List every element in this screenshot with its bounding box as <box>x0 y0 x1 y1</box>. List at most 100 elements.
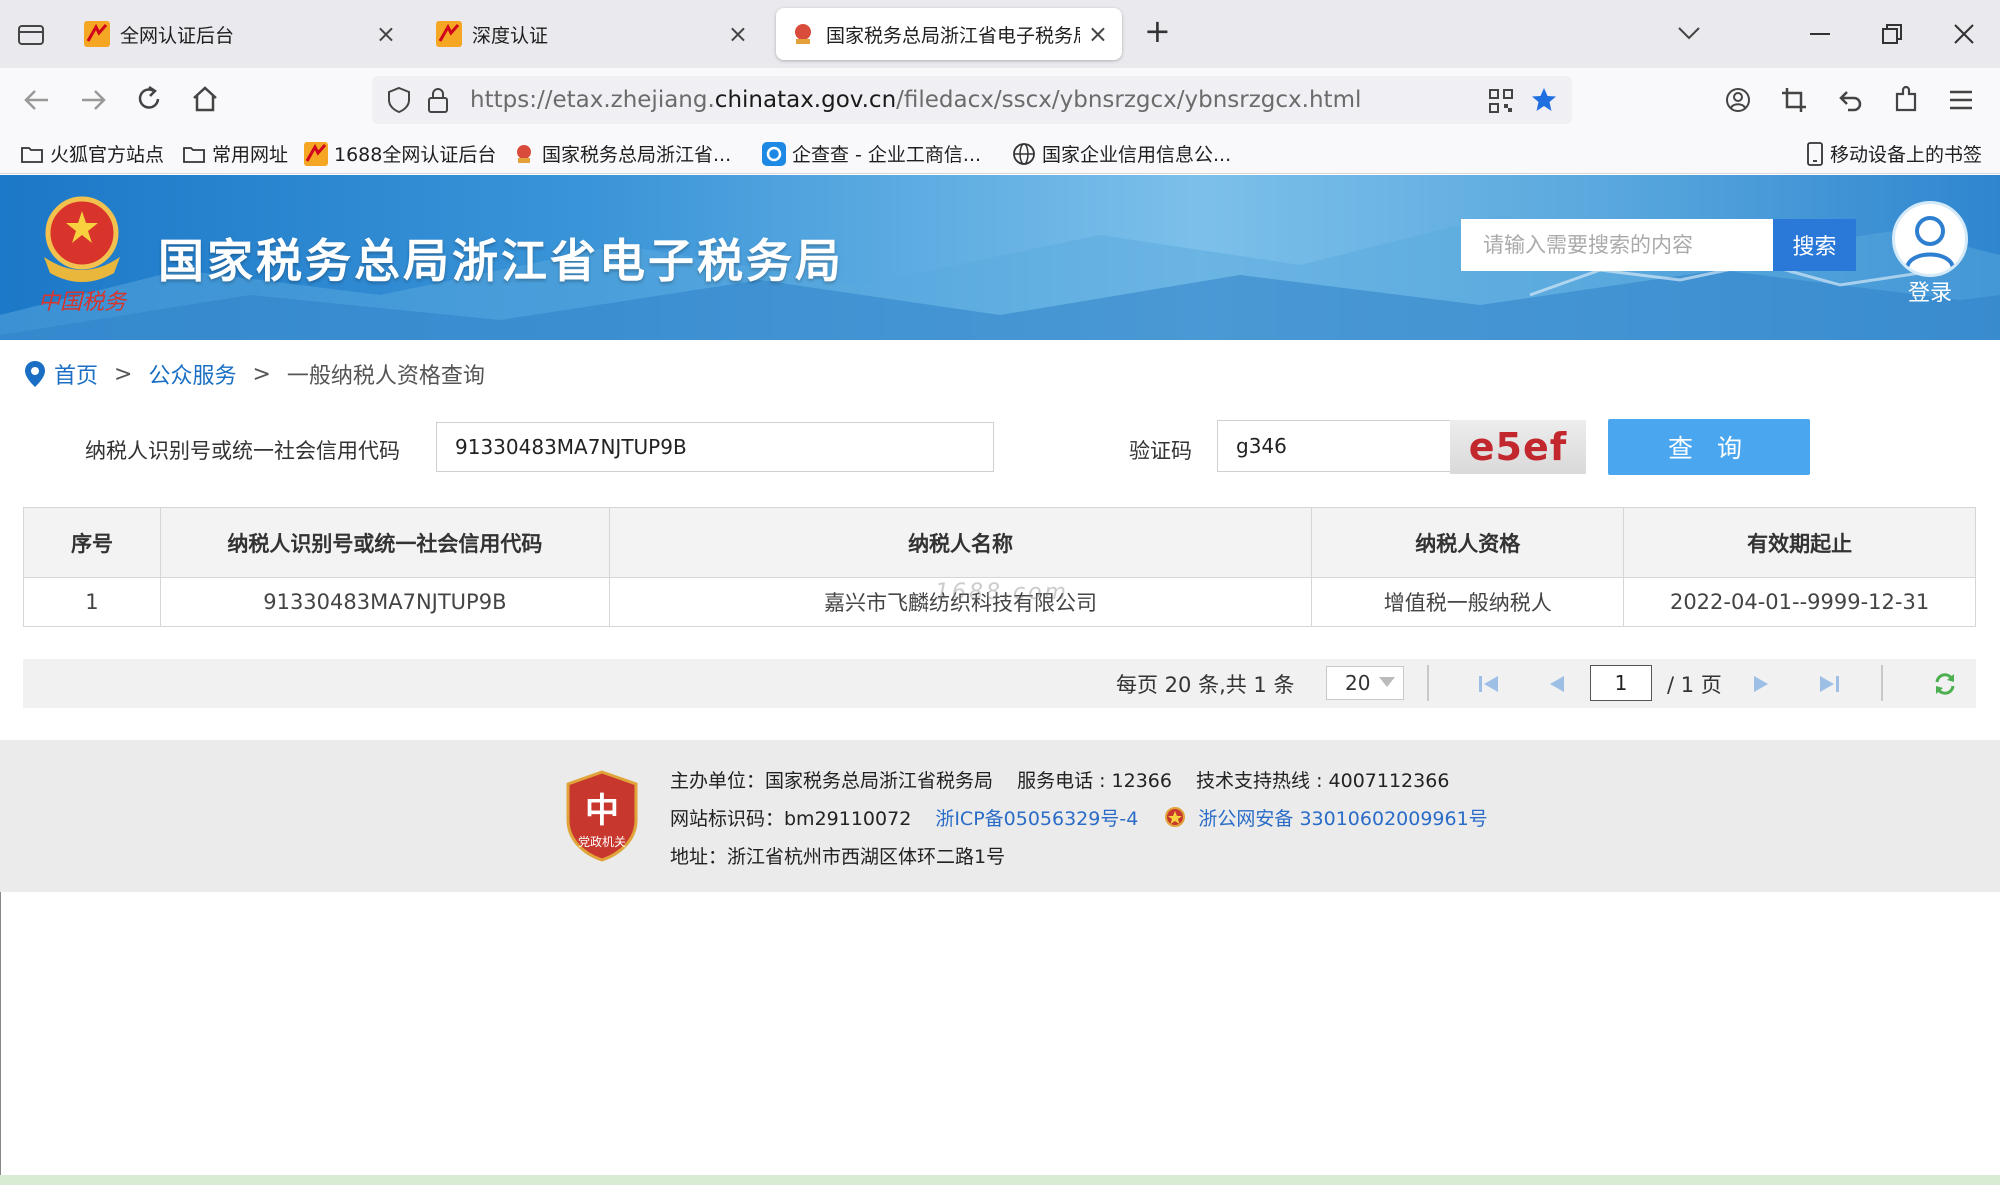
header-taxpayer-id: 纳税人识别号或统一社会信用代码 <box>159 507 610 578</box>
bookmark-label: 国家企业信用信息公... <box>1042 144 1232 166</box>
site-header-banner: 中国税务 国家税务总局浙江省电子税务局 搜索 登录 <box>0 175 2000 340</box>
cell-taxpayer-id: 91330483MA7NJTUP9B <box>159 577 610 627</box>
cell-qualification: 增值税一般纳税人 <box>1311 577 1625 627</box>
previous-page-icon[interactable] <box>1541 668 1573 700</box>
screenshot-crop-icon[interactable] <box>1780 86 1808 114</box>
back-arrow-icon[interactable] <box>22 86 52 114</box>
pagination-divider <box>1881 665 1883 701</box>
forward-arrow-icon[interactable] <box>78 86 108 114</box>
query-button[interactable]: 查 询 <box>1608 419 1810 475</box>
close-window-icon[interactable] <box>1952 22 1976 46</box>
url-prefix: https://etax.zhejiang. <box>470 87 715 113</box>
reload-icon[interactable] <box>134 84 164 114</box>
bookmark-tax-bureau[interactable]: 国家税务总局浙江省... <box>512 140 731 167</box>
tab-close-icon[interactable]: × <box>376 20 396 48</box>
cell-validity: 2022-04-01--9999-12-31 <box>1623 577 1976 627</box>
footer-line-2: 网站标识码：bm29110072 浙ICP备05056329号-4 浙公网安备 … <box>670 804 1488 831</box>
tab-overview-icon[interactable] <box>16 20 46 48</box>
footer-icp-link[interactable]: 浙ICP备05056329号-4 <box>935 808 1138 830</box>
site-search-input[interactable] <box>1461 219 1773 271</box>
browser-nav-bar: https://etax.zhejiang.chinatax.gov.cn/fi… <box>0 68 2000 132</box>
header-validity: 有效期起止 <box>1623 507 1976 578</box>
tab-1688-auth[interactable]: 全网认证后台 × <box>70 8 410 60</box>
bookmark-1688-auth[interactable]: 1688全网认证后台 <box>304 140 496 167</box>
bookmark-qichacha[interactable]: 企查查 - 企业工商信... <box>762 140 981 167</box>
captcha-image[interactable]: e5ef <box>1450 420 1586 474</box>
footer-line-1: 主办单位：国家税务总局浙江省税务局 服务电话 : 12366 技术支持热线 : … <box>670 766 1449 793</box>
last-page-icon[interactable] <box>1813 668 1845 700</box>
bookmark-label: 常用网址 <box>212 144 289 166</box>
location-pin-icon <box>25 361 45 387</box>
taxpayer-id-input[interactable] <box>436 422 994 472</box>
globe-icon <box>1013 142 1035 165</box>
header-index: 序号 <box>23 507 161 578</box>
page-left-border <box>0 892 1 1175</box>
tab-close-icon[interactable]: × <box>1088 20 1108 48</box>
site-search-button[interactable]: 搜索 <box>1773 219 1856 271</box>
refresh-icon[interactable] <box>1929 668 1961 700</box>
extensions-puzzle-icon[interactable] <box>1892 84 1920 114</box>
breadcrumb-public-service[interactable]: 公众服务 <box>148 358 236 390</box>
menu-icon[interactable] <box>1948 88 1974 112</box>
tab-zhejiang-etax[interactable]: 国家税务总局浙江省电子税务局 × <box>776 8 1122 60</box>
bookmark-common-sites[interactable]: 常用网址 <box>182 140 288 167</box>
government-agency-badge-icon[interactable]: 中 党政机关 <box>564 770 640 862</box>
pagination-divider <box>1427 665 1429 701</box>
header-taxpayer-name: 纳税人名称 <box>608 507 1313 578</box>
page-size-value: 20 <box>1345 671 1371 695</box>
mobile-device-icon <box>1807 141 1823 166</box>
pagination-bar: 每页 20 条,共 1 条 20 1 / 1 页 <box>23 659 1976 708</box>
bookmark-label: 企查查 - 企业工商信... <box>792 144 982 166</box>
police-emblem-icon <box>1165 807 1186 827</box>
tax-emblem-favicon-icon <box>795 24 811 44</box>
footer-police-record-link[interactable]: 浙公网安备 33010602009961号 <box>1198 808 1487 830</box>
qr-code-icon[interactable] <box>1488 88 1514 114</box>
url-domain: chinatax.gov.cn <box>714 87 897 113</box>
address-bar[interactable]: https://etax.zhejiang.chinatax.gov.cn/fi… <box>372 76 1572 124</box>
bookmark-label: 移动设备上的书签 <box>1830 144 1983 166</box>
1688-favicon-icon <box>304 141 328 166</box>
svg-text:中国税务: 中国税务 <box>38 290 128 315</box>
tab-close-icon[interactable]: × <box>728 20 748 48</box>
url-text[interactable]: https://etax.zhejiang.chinatax.gov.cn/fi… <box>470 87 1361 113</box>
restore-window-icon[interactable] <box>1880 22 1904 46</box>
folder-icon <box>183 146 205 163</box>
new-tab-button[interactable]: + <box>1144 12 1171 50</box>
breadcrumb-home[interactable]: 首页 <box>54 358 98 390</box>
undo-icon[interactable] <box>1836 86 1864 114</box>
cell-index: 1 <box>23 577 161 627</box>
footer-support-hotline: 技术支持热线 : 4007112366 <box>1196 770 1450 792</box>
tab-title: 全网认证后台 <box>120 24 235 47</box>
site-title: 国家税务总局浙江省电子税务局 <box>158 234 844 288</box>
svg-text:中: 中 <box>585 791 619 831</box>
lock-icon[interactable] <box>426 86 450 114</box>
bookmark-mobile[interactable]: 移动设备上的书签 <box>1806 140 1982 167</box>
minimize-icon[interactable] <box>1808 24 1832 44</box>
account-icon[interactable] <box>1724 86 1752 114</box>
header-qualification: 纳税人资格 <box>1311 507 1625 578</box>
url-path: /filedacx/sscx/ybnsrzgcx/ybnsrzgcx.html <box>896 87 1362 113</box>
footer-site-code: 网站标识码：bm29110072 <box>670 808 912 830</box>
bookmark-firefox-site[interactable]: 火狐官方站点 <box>20 140 164 167</box>
current-page-input[interactable]: 1 <box>1590 665 1652 701</box>
home-icon[interactable] <box>190 84 220 114</box>
footer-host: 主办单位：国家税务总局浙江省税务局 <box>670 770 994 792</box>
captcha-label: 验证码 <box>1129 439 1192 463</box>
bookmark-credit-info[interactable]: 国家企业信用信息公... <box>1012 140 1231 167</box>
tax-emblem-favicon-icon <box>517 144 531 163</box>
footer-service-phone: 服务电话 : 12366 <box>1017 770 1172 792</box>
breadcrumb-separator: > <box>114 361 133 387</box>
next-page-icon[interactable] <box>1745 668 1777 700</box>
bookmarks-bar: 火狐官方站点 常用网址 1688全网认证后台 国家税务总局浙江省... 企查查 … <box>0 132 2000 174</box>
captcha-input[interactable] <box>1217 420 1451 472</box>
login-link[interactable]: 登录 <box>1908 275 1952 307</box>
first-page-icon[interactable] <box>1473 668 1505 700</box>
bookmark-star-icon[interactable] <box>1530 86 1558 114</box>
chevron-down-icon[interactable] <box>1676 22 1702 44</box>
browser-tab-bar: 全网认证后台 × 深度认证 × 国家税务总局浙江省电子税务局 × + <box>0 0 2000 68</box>
tab-deep-auth[interactable]: 深度认证 × <box>422 8 762 60</box>
footer-line-3: 地址：浙江省杭州市西湖区体环二路1号 <box>670 842 1005 869</box>
page-size-select[interactable]: 20 <box>1326 666 1404 700</box>
shield-icon[interactable] <box>386 86 412 114</box>
login-avatar[interactable] <box>1892 201 1968 277</box>
